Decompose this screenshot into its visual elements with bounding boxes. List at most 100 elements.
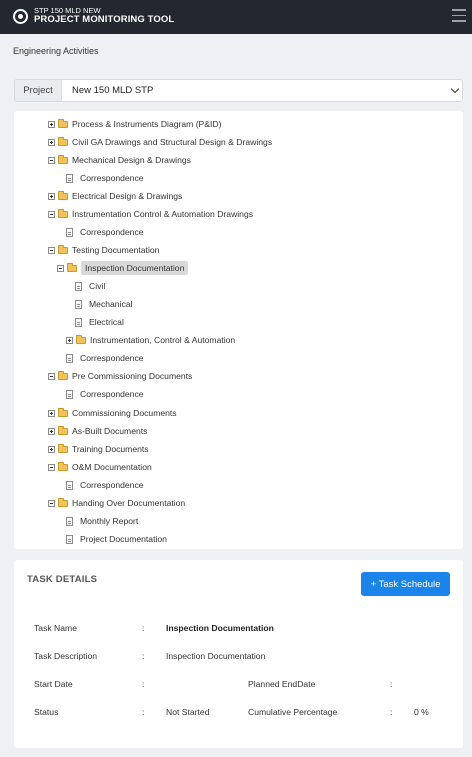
folder-icon [58,190,68,200]
collapse-toggle-icon[interactable] [48,499,55,507]
expand-toggle-icon[interactable] [48,445,55,453]
folder-icon [58,208,68,218]
folder-icon [58,154,68,164]
document-icon [66,534,73,544]
tree-node[interactable]: Commissioning Documents [48,406,177,420]
tree-node-selected[interactable]: Inspection Documentation [57,261,189,275]
expand-toggle-icon[interactable] [48,409,55,417]
expand-toggle-icon[interactable] [48,120,55,128]
separator: : [390,707,393,717]
project-select[interactable]: New 150 MLD STP [61,79,463,102]
tree-node[interactable]: Monthly Report [66,514,138,528]
task-details-heading: TASK DETAILS [27,574,98,585]
expand-toggle-icon[interactable] [66,336,73,344]
document-icon [66,389,73,399]
folder-icon [76,334,86,344]
tree-node-label: Commissioning Documents [72,408,177,418]
collapse-toggle-icon[interactable] [48,463,55,471]
tree-node[interactable]: Instrumentation, Control & Automation [66,333,235,347]
folder-icon [58,443,68,453]
tree-node-label: Civil GA Drawings and Structural Design … [72,137,273,147]
tree-node-label: Pre Commissioning Documents [72,371,193,381]
folder-icon [58,425,68,435]
document-icon [66,227,73,237]
status-label: Status [34,707,59,717]
tree-node[interactable]: Mechanical Design & Drawings [48,153,191,167]
tree-node-label: Instrumentation Control & Automation Dra… [72,209,254,219]
folder-icon [58,497,68,507]
tree-node-label: Correspondence [80,173,144,183]
project-selected-value: New 150 MLD STP [72,85,154,96]
hamburger-menu-icon[interactable] [452,9,466,23]
task-description-label: Task Description [34,651,98,661]
cumulative-percentage-value: 0 % [414,707,429,717]
separator: : [142,651,145,661]
tree-node-label: Correspondence [80,480,144,490]
tree-node-label: O&M Documentation [72,462,152,472]
tree-node-label: As-Built Documents [72,426,148,436]
document-tree: Process & Instruments Diagram (P&ID) Civ… [14,111,463,549]
tree-node[interactable]: As-Built Documents [48,424,147,438]
separator: : [142,679,145,689]
folder-icon [58,244,68,254]
task-details-card: TASK DETAILS + Task Schedule Task Name :… [14,560,463,748]
expand-toggle-icon[interactable] [48,427,55,435]
folder-icon [58,461,68,471]
collapse-toggle-icon[interactable] [57,264,64,272]
folder-icon [58,407,68,417]
tree-node[interactable]: Testing Documentation [48,243,159,257]
tree-node-label: Mechanical [89,299,133,309]
tree-node[interactable]: Correspondence [66,351,144,365]
tree-node[interactable]: Civil [75,279,105,293]
tree-node[interactable]: Project Documentation [66,532,167,546]
tree-node-label: Electrical [89,317,124,327]
task-name-label: Task Name [34,623,77,633]
planned-end-date-label: Planned EndDate [248,679,316,689]
tree-node[interactable]: O&M Documentation [48,460,152,474]
start-date-label: Start Date [34,679,73,689]
collapse-toggle-icon[interactable] [48,210,55,218]
tree-node[interactable]: Electrical [75,315,124,329]
expand-toggle-icon[interactable] [48,138,55,146]
add-task-schedule-button[interactable]: + Task Schedule [361,572,450,596]
document-icon [66,353,73,363]
status-value: Not Started [166,707,210,717]
tree-node[interactable]: Training Documents [48,442,149,456]
tree-node[interactable]: Instrumentation Control & Automation Dra… [48,207,253,221]
tree-node[interactable]: Electrical Design & Drawings [48,189,182,203]
tree-node-label: Handing Over Documentation [72,498,186,508]
top-bar: STP 150 MLD NEW PROJECT MONITORING TOOL [0,0,472,34]
tree-node-label: Correspondence [80,353,144,363]
tree-node-label: Monthly Report [80,516,139,526]
tree-node-label: Process & Instruments Diagram (P&ID) [72,119,222,129]
tree-node[interactable]: Pre Commissioning Documents [48,369,192,383]
tree-node[interactable]: Civil GA Drawings and Structural Design … [48,135,272,149]
document-icon [75,281,82,291]
tree-node[interactable]: Handing Over Documentation [48,496,185,510]
tree-node-label: Correspondence [80,227,144,237]
expand-toggle-icon[interactable] [48,192,55,200]
collapse-toggle-icon[interactable] [48,156,55,164]
task-name-value: Inspection Documentation [166,623,274,633]
collapse-toggle-icon[interactable] [48,372,55,380]
tree-node-label: Electrical Design & Drawings [72,191,183,201]
tree-node[interactable]: Process & Instruments Diagram (P&ID) [48,117,221,131]
tree-node[interactable]: Mechanical [75,297,132,311]
tree-node-label: Civil [89,281,106,291]
app-title: PROJECT MONITORING TOOL [34,14,175,25]
tree-node[interactable]: Correspondence [66,225,144,239]
tree-node[interactable]: Correspondence [66,387,144,401]
separator: : [390,679,393,689]
task-description-value: Inspection Documentation [166,651,266,661]
folder-icon [58,118,68,128]
collapse-toggle-icon[interactable] [48,246,55,254]
separator: : [142,707,145,717]
tree-node-label: Project Documentation [80,534,167,544]
page-title: Engineering Activities [13,46,99,56]
folder-icon [58,136,68,146]
tree-node[interactable]: Correspondence [66,478,144,492]
tree-node[interactable]: Correspondence [66,171,144,185]
separator: : [142,623,145,633]
project-selector: Project New 150 MLD STP [14,79,463,102]
document-icon [75,299,82,309]
